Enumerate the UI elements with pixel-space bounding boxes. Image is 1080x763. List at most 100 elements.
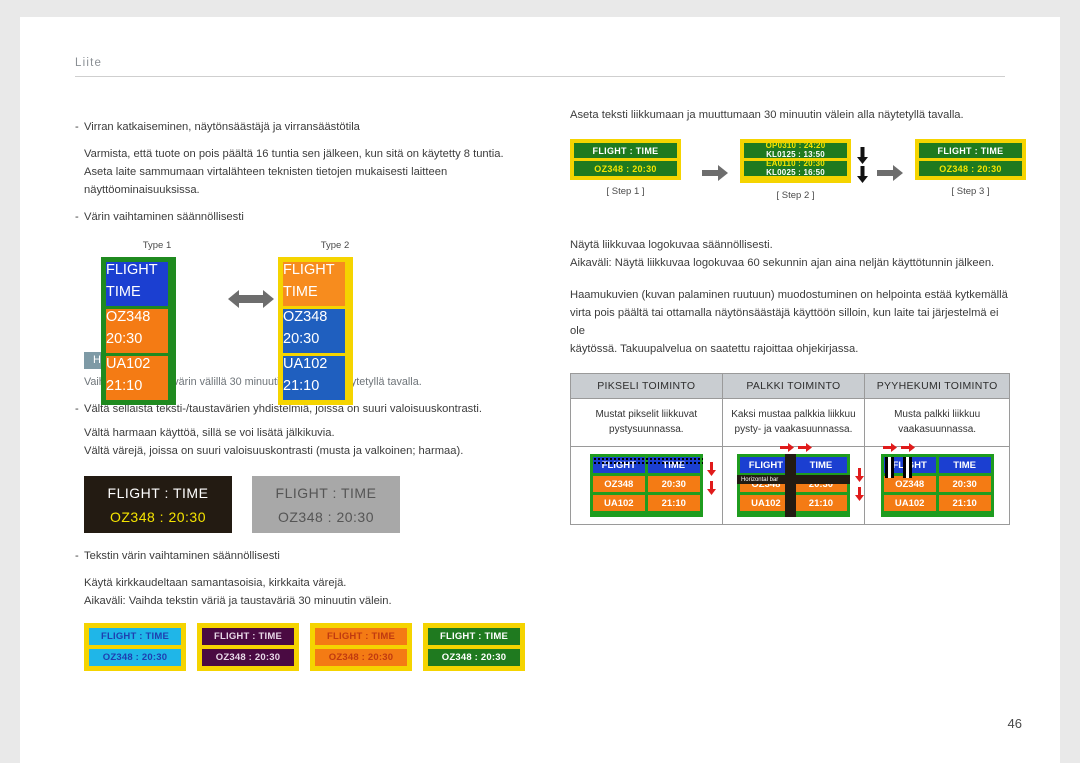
board-row-header: FLIGHT TIME — [283, 262, 348, 307]
color-sample-3-line2: OZ348 : 20:30 — [315, 649, 407, 667]
th-eraser: PYYHEKUMI TOIMINTO — [864, 373, 1010, 400]
mini-cell-time-val: 21:10 — [938, 495, 991, 512]
color-sample-1-line1: FLIGHT : TIME — [89, 628, 181, 646]
cell-time-val: 20:30 — [283, 331, 345, 354]
th-bar: PALKKI TOIMINTO — [721, 373, 866, 400]
contrast-samples: FLIGHT : TIME OZ348 : 20:30 FLIGHT : TIM… — [75, 476, 545, 534]
note-afterimage-block: Haamukuvien (kuvan palaminen ruutuun) mu… — [570, 286, 1010, 359]
swap-arrow-icon — [227, 288, 275, 315]
th-pixel: PIKSELI TOIMINTO — [570, 373, 723, 400]
right-column: Aseta teksti liikkumaan ja muuttumaan 30… — [570, 109, 1026, 526]
td-pic-eraser: FLIGHT TIME OZ348 20:30 UA102 21:10 — [864, 443, 1010, 526]
mini-cell-time-val: 21:10 — [647, 495, 700, 512]
note1-line2: Aikaväli: Näytä liikkuvaa logokuvaa 60 s… — [570, 256, 995, 269]
sample-black-line2: OZ348 : 20:30 — [109, 508, 206, 525]
step3-line1: FLIGHT : TIME — [919, 143, 1022, 158]
board-row: OZ348 20:30 — [106, 309, 171, 354]
color-sample-2-line1: FLIGHT : TIME — [202, 628, 294, 646]
down-arrows-icon — [854, 468, 864, 502]
color-sample-board-4: FLIGHT : TIME OZ348 : 20:30 — [423, 623, 525, 672]
cell-time: TIME — [106, 284, 168, 307]
mini-cell-flight-no: OZ348 — [592, 476, 645, 493]
mini-row: UA102 21:10 — [592, 495, 700, 512]
avoid-line3: Vältä värejä, joissa on suuri valoisuusk… — [84, 444, 464, 457]
color-sample-4-line1: FLIGHT : TIME — [428, 628, 520, 646]
bullet-text-color: - Tekstin värin vaihtaminen säännöllises… — [75, 548, 545, 565]
cell-flight: FLIGHT — [106, 262, 168, 285]
function-table: PIKSELI TOIMINTO PALKKI TOIMINTO PYYHEKU… — [570, 373, 1010, 526]
step3-line2: OZ348 : 20:30 — [919, 161, 1022, 176]
mini-row: UA102 21:10 — [883, 495, 991, 512]
bullet-dash: - — [75, 211, 79, 224]
bullet-dash: - — [75, 121, 79, 133]
vertical-bar-icon — [784, 454, 796, 518]
step2-bottom-line2: KL0025 : 16:50 — [766, 167, 825, 176]
color-sample-1-line2: OZ348 : 20:30 — [89, 649, 181, 667]
color-sample-2-line2: OZ348 : 20:30 — [202, 649, 294, 667]
note1-line1: Näytä liikkuvaa logokuvaa säännöllisesti… — [570, 239, 773, 251]
mini-cell-time: TIME — [794, 457, 847, 474]
moving-pixels-icon — [592, 457, 703, 467]
left-column: - Virran katkaiseminen, näytönsäästäjä j… — [75, 109, 545, 672]
type1-caption: Type 1 — [142, 240, 172, 252]
mini-cell-flight-no: UA102 — [592, 495, 645, 512]
mini-cell-time: TIME — [938, 457, 991, 474]
bullet-text-color-text: Tekstin värin vaihtaminen säännöllisesti — [84, 550, 280, 563]
horizontal-bar-label: Horizontal bar — [740, 477, 779, 484]
step3-board: FLIGHT : TIME OZ348 : 20:30 — [915, 139, 1026, 180]
para2-line2: Aikaväli: Vaihda tekstin väriä ja tausta… — [84, 595, 392, 608]
eraser-bar-1-icon — [884, 457, 894, 479]
paragraph-avoid: Vältä harmaan käyttöä, sillä se voi lisä… — [75, 424, 545, 460]
td-desc-pixel: Mustat pikselit liikkuvat pystysuunnassa… — [570, 398, 723, 448]
avoid-line2: Vältä harmaan käyttöä, sillä se voi lisä… — [84, 426, 335, 439]
sample-black-line1: FLIGHT : TIME — [107, 484, 209, 501]
paragraph-power-save: Varmista, että tuote on pois päältä 16 t… — [75, 145, 545, 199]
board-type2: FLIGHT TIME OZ348 20:30 UA102 21:10 — [278, 257, 353, 406]
step2-scroll-bottom: EA0110 : 20:30 KL0025 : 16:50 — [744, 161, 847, 176]
right-arrows-icon — [882, 443, 915, 453]
eraser-bar-2-icon — [902, 457, 912, 479]
board-row-header: FLIGHT TIME — [106, 262, 171, 307]
mini-cell-time-val: 20:30 — [647, 476, 700, 493]
page-number: 46 — [1007, 716, 1022, 731]
bullet-power-save: - Virran katkaiseminen, näytönsäästäjä j… — [75, 119, 545, 136]
mini-cell-time-val: 21:10 — [794, 495, 847, 512]
para1-line2: Aseta laite sammumaan virtalähteen tekni… — [84, 165, 448, 178]
color-sample-boards: FLIGHT : TIME OZ348 : 20:30 FLIGHT : TIME O… — [75, 623, 545, 672]
scroll-down-arrows-icon — [857, 147, 868, 183]
sample-gray-line1: FLIGHT : TIME — [275, 484, 377, 501]
cell-time-val: 21:10 — [283, 378, 345, 401]
board-row: UA102 21:10 — [106, 356, 171, 401]
bullet-color-change: - Värin vaihtaminen säännöllisesti — [75, 209, 545, 226]
note2-line2: virta pois päältä tai ottamalla näytönsä… — [570, 306, 999, 338]
step2-board: OP0310 : 24:20 KL0125 : 13:50 EA0110 : 2… — [740, 139, 851, 183]
step-arrow-2-icon — [877, 165, 903, 185]
mini-row: OZ348 20:30 — [883, 476, 991, 493]
table-illustration-row: FLIGHT TIME OZ348 20:30 UA102 21:10 — [570, 443, 1010, 526]
cell-flight: FLIGHT — [283, 262, 345, 285]
table-description-row: Mustat pikselit liikkuvat pystysuunnassa… — [570, 398, 1010, 448]
bullet-dash: - — [75, 550, 79, 563]
mini-board-eraser: FLIGHT TIME OZ348 20:30 UA102 21:10 — [880, 454, 994, 518]
sample-gray-line2: OZ348 : 20:30 — [277, 508, 374, 525]
color-sample-board-1: FLIGHT : TIME OZ348 : 20:30 — [84, 623, 186, 672]
document-page: Liite - Virran katkaiseminen, näytönsääs… — [20, 17, 1060, 763]
step2-top-line2: KL0125 : 13:50 — [766, 149, 825, 158]
steps-diagram: FLIGHT : TIME OZ348 : 20:30 [ Step 1 ] O… — [570, 135, 1026, 213]
board-type1: FLIGHT TIME OZ348 20:30 UA102 21:10 — [101, 257, 176, 406]
td-pic-pixel: FLIGHT TIME OZ348 20:30 UA102 21:10 — [570, 446, 723, 526]
bullet-dash: - — [75, 403, 79, 416]
mini-cell-flight-no: UA102 — [883, 495, 936, 512]
cell-flight-no: OZ348 — [283, 309, 345, 332]
sample-board-black: FLIGHT : TIME OZ348 : 20:30 — [84, 476, 232, 534]
cell-flight-no: UA102 — [106, 356, 168, 379]
td-desc-bar: Kaksi mustaa palkkia liikkuu pysty- ja v… — [721, 398, 866, 448]
right-arrows-icon — [779, 443, 812, 453]
td-pic-bar: FLIGHT TIME OZ348 20:30 UA102 21:10 — [721, 443, 866, 526]
mini-row-header: FLIGHT TIME — [883, 457, 991, 474]
cell-flight-no: OZ348 — [106, 309, 168, 332]
color-sample-4-line2: OZ348 : 20:30 — [428, 649, 520, 667]
step-3: FLIGHT : TIME OZ348 : 20:30 [ Step 3 ] — [915, 139, 1026, 197]
mini-row: OZ348 20:30 — [592, 476, 700, 493]
right-intro-text: Aseta teksti liikkumaan ja muuttumaan 30… — [570, 109, 964, 121]
